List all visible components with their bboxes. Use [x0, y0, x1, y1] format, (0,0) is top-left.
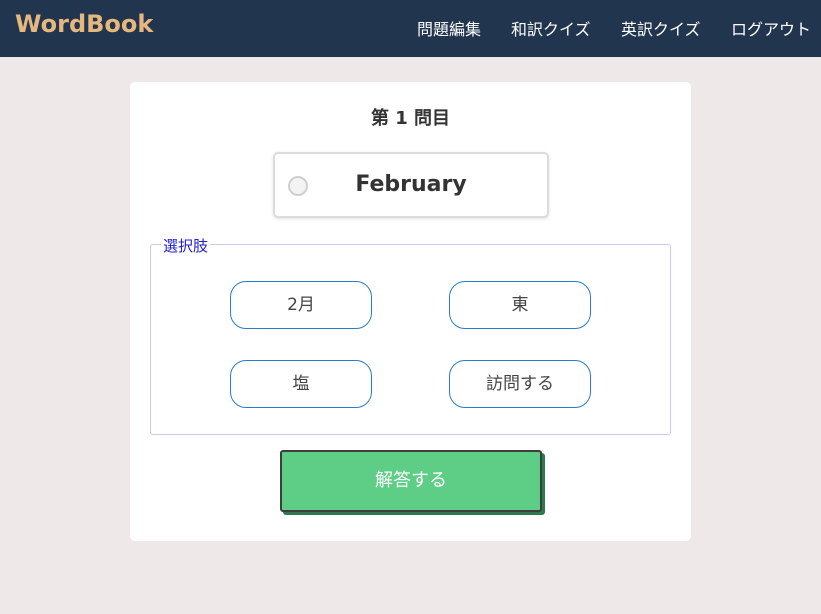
choice-button-2[interactable]: 東: [449, 281, 591, 329]
choice-button-3[interactable]: 塩: [230, 360, 372, 408]
question-word: February: [355, 172, 467, 197]
choice-button-1[interactable]: 2月: [230, 281, 372, 329]
top-navbar: WordBook 問題編集 和訳クイズ 英訳クイズ ログアウト: [0, 0, 821, 57]
word-box: February: [273, 152, 549, 218]
submit-answer-button[interactable]: 解答する: [280, 450, 542, 512]
choices-legend: 選択肢: [161, 235, 211, 256]
choices-fieldset: 選択肢 2月 東 塩 訪問する: [150, 235, 671, 435]
nav-link-japanese-quiz[interactable]: 和訳クイズ: [511, 16, 591, 40]
question-title: 第 1 問目: [370, 108, 451, 129]
nav-link-edit-questions[interactable]: 問題編集: [417, 16, 481, 40]
nav-links: 問題編集 和訳クイズ 英訳クイズ ログアウト: [0, 16, 821, 39]
quiz-card: 第 1 問目 February 選択肢 2月 東 塩 訪問する 解答する: [130, 82, 691, 541]
nav-link-logout[interactable]: ログアウト: [731, 16, 811, 40]
choice-button-4[interactable]: 訪問する: [449, 360, 591, 408]
nav-link-english-quiz[interactable]: 英訳クイズ: [621, 16, 701, 40]
